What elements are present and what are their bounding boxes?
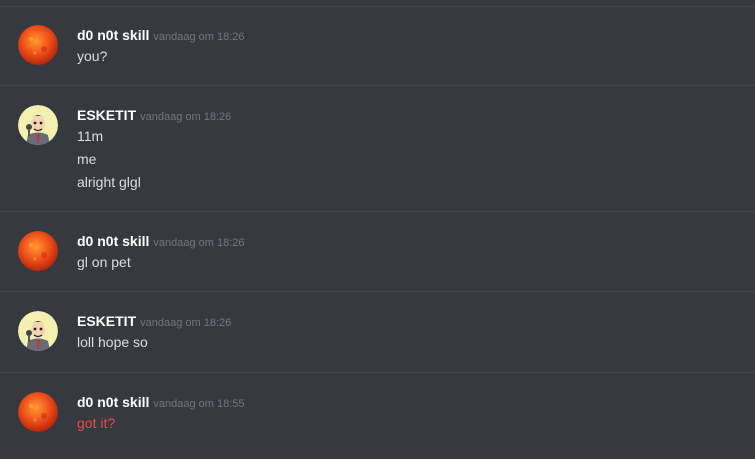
message-header: d0 n0t skill vandaag om 18:26 — [77, 232, 245, 252]
message-lines: loll hope so — [77, 331, 148, 354]
message-group: d0 n0t skill vandaag om 18:26 you? — [0, 25, 755, 85]
timestamp: vandaag om 18:26 — [153, 31, 245, 43]
message-header: ESKETIT vandaag om 18:26 — [77, 312, 231, 332]
message-text: you? — [77, 48, 108, 64]
message-group: ESKETIT vandaag om 18:26 loll hope so — [0, 311, 755, 371]
message-group: ESKETIT vandaag om 18:26 11m me alright g… — [0, 105, 755, 205]
username[interactable]: d0 n0t skill — [77, 394, 149, 410]
message-lines: got it? — [77, 412, 115, 435]
chat-messages-area: d0 n0t skill vandaag om 18:26 you? ESKETI — [0, 0, 755, 459]
message-text: gl on pet — [77, 254, 131, 270]
message-text: alright glgl — [77, 174, 141, 190]
sun-avatar-icon[interactable] — [18, 231, 58, 271]
sun-avatar-icon[interactable] — [18, 25, 58, 65]
message-lines: you? — [77, 45, 107, 68]
message-text: 11m — [77, 128, 104, 144]
username[interactable]: d0 n0t skill — [77, 27, 149, 43]
cartoon-reporter-avatar-icon[interactable] — [18, 311, 58, 351]
message-header: d0 n0t skill vandaag om 18:55 — [77, 393, 245, 413]
timestamp: vandaag om 18:26 — [140, 317, 232, 329]
message-divider — [0, 211, 755, 212]
message-text: got it? — [77, 415, 116, 431]
message-header: d0 n0t skill vandaag om 18:26 — [77, 26, 245, 46]
message-lines: gl on pet — [77, 251, 131, 274]
username[interactable]: ESKETIT — [77, 107, 136, 123]
timestamp: vandaag om 18:26 — [140, 111, 232, 123]
message-group: d0 n0t skill vandaag om 18:26 gl on pet — [0, 231, 755, 291]
message-text: loll hope so — [77, 334, 148, 350]
message-lines: 11m me alright glgl — [77, 125, 141, 194]
message-divider — [0, 85, 755, 86]
message-divider — [0, 6, 755, 7]
username[interactable]: ESKETIT — [77, 313, 136, 329]
timestamp: vandaag om 18:55 — [153, 398, 245, 410]
message-divider — [0, 372, 755, 373]
sun-avatar-icon[interactable] — [18, 392, 58, 432]
message-header: ESKETIT vandaag om 18:26 — [77, 106, 231, 126]
timestamp: vandaag om 18:26 — [153, 237, 245, 249]
cartoon-reporter-avatar-icon[interactable] — [18, 105, 58, 145]
message-text: me — [77, 151, 97, 167]
username[interactable]: d0 n0t skill — [77, 233, 149, 249]
message-group: d0 n0t skill vandaag om 18:55 got it? — [0, 392, 755, 452]
message-divider — [0, 291, 755, 292]
